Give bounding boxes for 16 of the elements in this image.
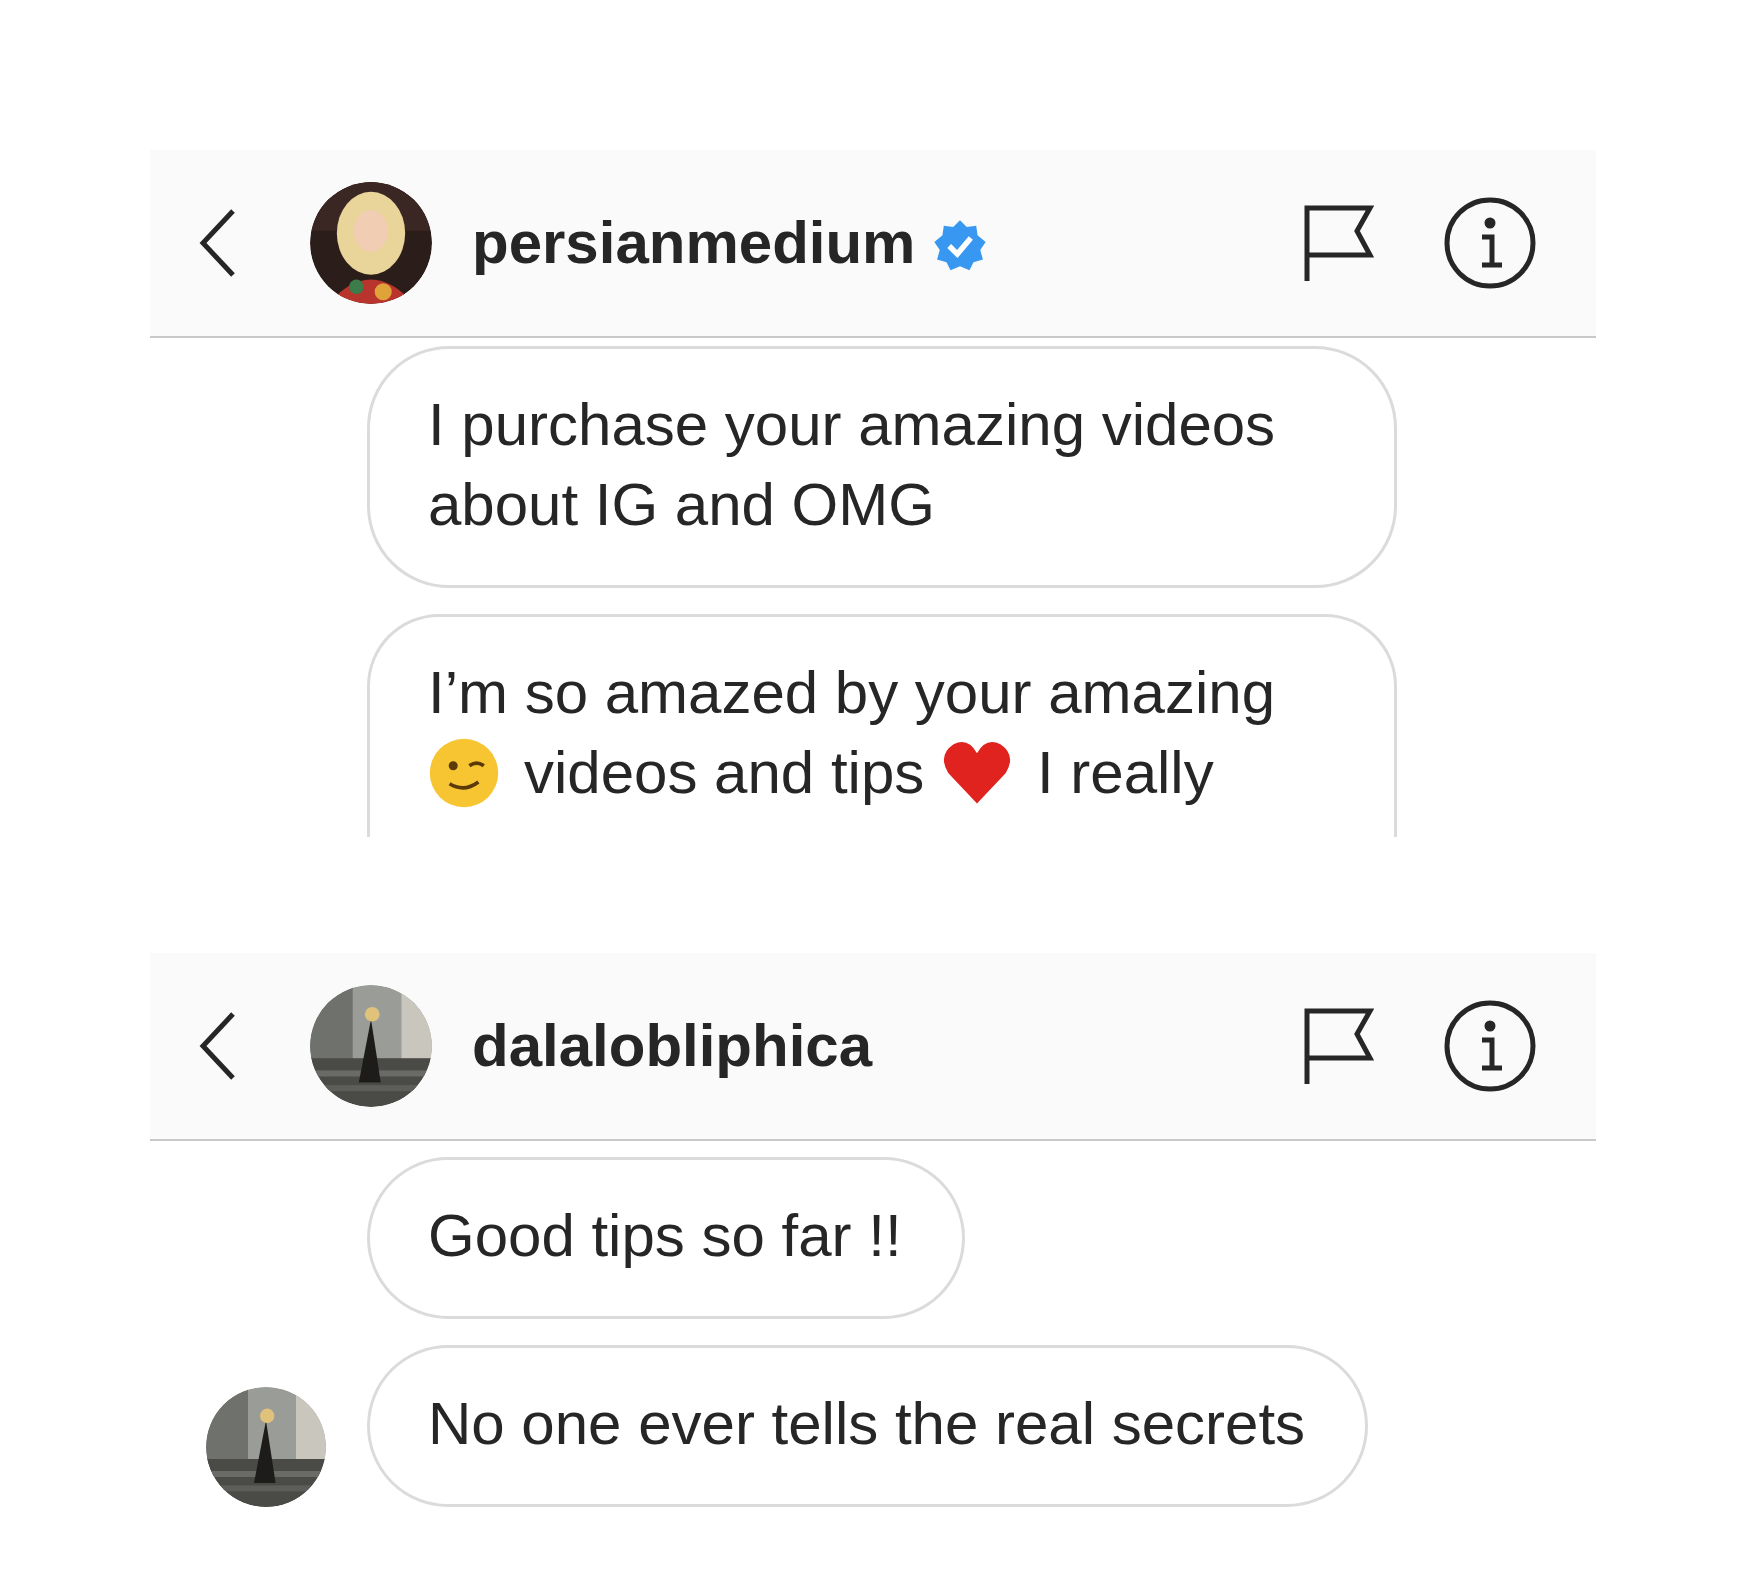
verified-badge-icon (933, 219, 988, 273)
message-text: I purchase your amazing videos about IG and OMG (428, 391, 1276, 538)
message-text: No one ever tells the real secrets (428, 1390, 1306, 1457)
flag-icon[interactable] (1302, 203, 1374, 283)
username[interactable]: dalalobliphica (472, 1001, 873, 1091)
info-icon[interactable] (1444, 197, 1536, 289)
back-icon[interactable] (198, 208, 238, 278)
message-text: I really (1036, 739, 1214, 806)
winking-face-icon (428, 737, 500, 810)
message-text: videos and tips (524, 739, 926, 806)
username[interactable]: persianmedium (472, 198, 916, 288)
message-text: I’m so amazed by your amazing (428, 659, 1276, 726)
message-text: Good tips so far !! (428, 1202, 902, 1269)
info-icon[interactable] (1444, 1000, 1536, 1092)
back-icon[interactable] (198, 1011, 238, 1081)
flag-icon[interactable] (1302, 1006, 1374, 1086)
